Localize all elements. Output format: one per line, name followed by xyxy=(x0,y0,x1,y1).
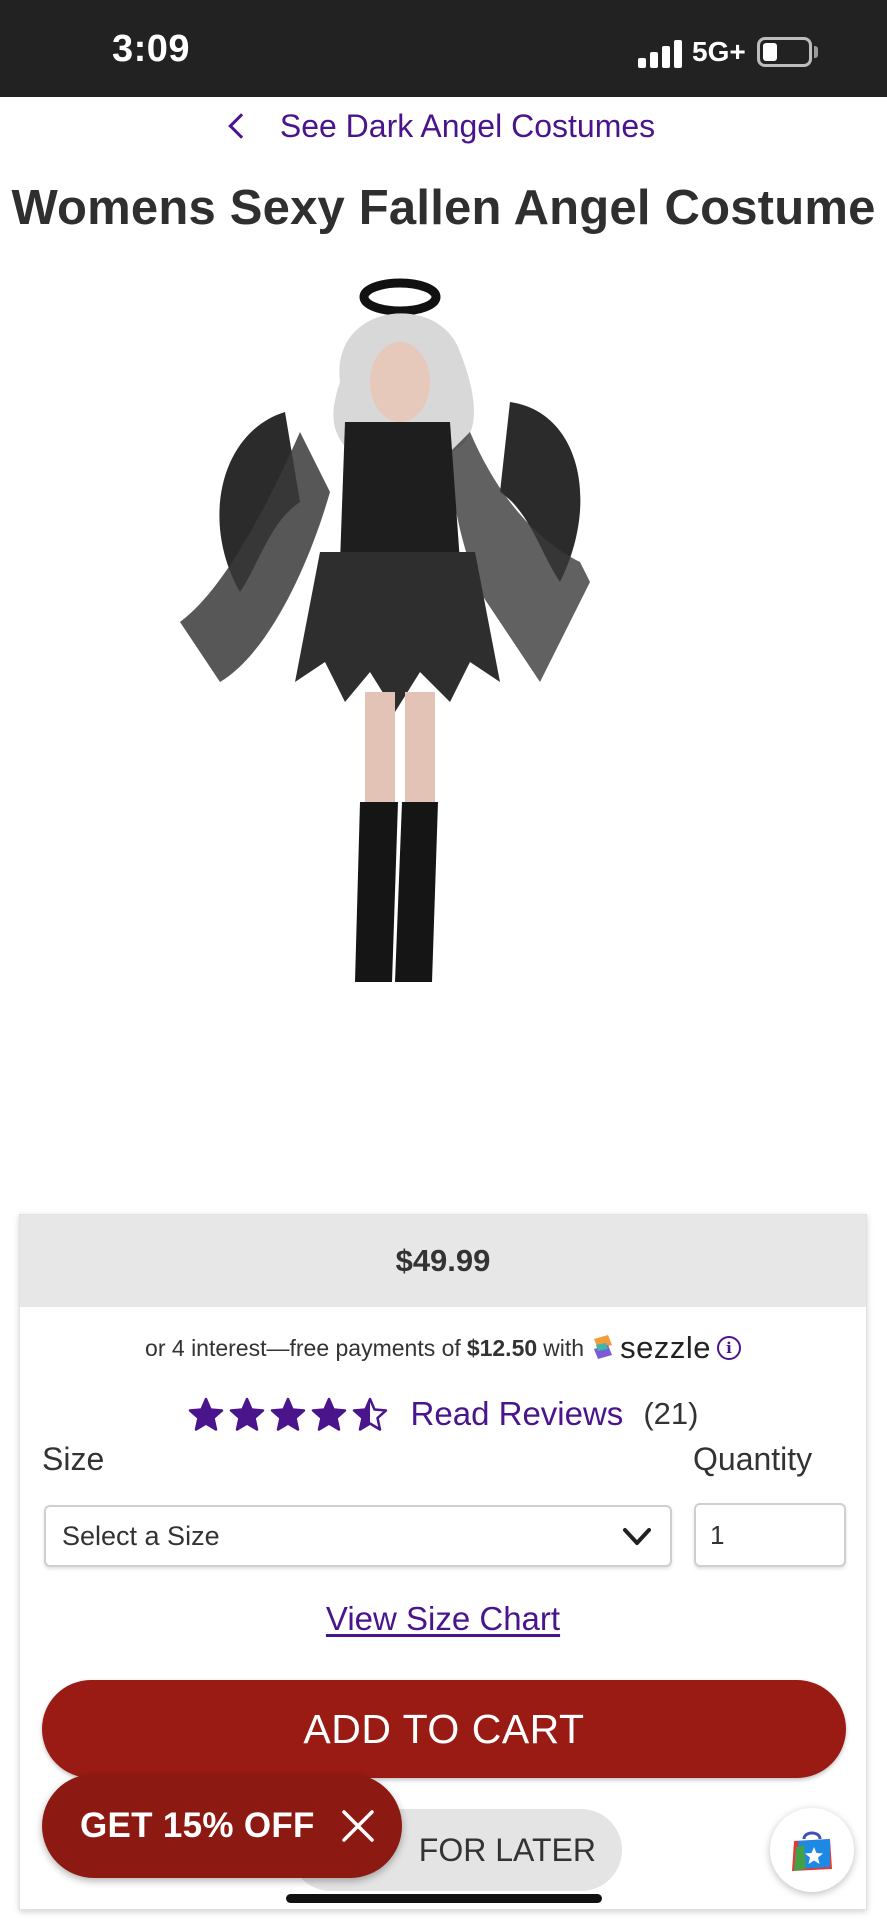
product-image[interactable] xyxy=(180,262,700,1177)
review-count: (21) xyxy=(643,1396,699,1431)
product-title: Womens Sexy Fallen Angel Costume xyxy=(11,181,876,235)
battery-icon xyxy=(757,37,812,67)
add-to-cart-label: ADD TO CART xyxy=(303,1705,585,1752)
sezzle-mark-icon xyxy=(594,1335,613,1359)
battery-tip xyxy=(814,46,818,58)
size-select-value: Select a Size xyxy=(62,1520,220,1551)
size-label: Size xyxy=(42,1441,105,1477)
star-icon xyxy=(188,1397,223,1431)
status-bar: 3:09 5G+ xyxy=(0,0,887,97)
read-reviews-link[interactable]: Read Reviews xyxy=(411,1395,624,1433)
product-price: $49.99 xyxy=(395,1243,491,1278)
sezzle-amount: $12.50 xyxy=(466,1334,538,1361)
star-rating xyxy=(188,1397,393,1431)
shopping-bag-icon xyxy=(792,1831,832,1871)
sezzle-with: with xyxy=(543,1334,585,1361)
star-icon xyxy=(229,1397,264,1431)
quantity-label: Quantity xyxy=(693,1441,813,1477)
sezzle-logo: sezzle xyxy=(590,1330,711,1366)
add-to-cart-button[interactable]: ADD TO CART xyxy=(42,1680,846,1778)
sezzle-prefix: or 4 interest—free payments of xyxy=(145,1334,461,1361)
sezzle-brand: sezzle xyxy=(620,1330,711,1365)
star-icon xyxy=(352,1397,387,1431)
quantity-input[interactable]: 1 xyxy=(694,1503,846,1567)
info-icon[interactable]: i xyxy=(716,1336,741,1360)
promo-label: GET 15% OFF xyxy=(80,1806,315,1845)
star-icon xyxy=(311,1397,346,1431)
signal-icon xyxy=(638,38,684,68)
save-for-later-label: FOR LATER xyxy=(418,1831,596,1868)
status-time: 3:09 xyxy=(112,28,191,70)
network-label: 5G+ xyxy=(692,36,746,67)
view-size-chart-link[interactable]: View Size Chart xyxy=(20,1600,866,1638)
chevron-left-icon xyxy=(228,113,254,139)
size-select[interactable]: Select a Size xyxy=(44,1505,672,1567)
back-link-label: See Dark Angel Costumes xyxy=(279,107,656,144)
price-band: $49.99 xyxy=(20,1215,866,1307)
home-indicator xyxy=(286,1894,602,1903)
shop-app-button[interactable] xyxy=(770,1808,854,1892)
discount-promo-button[interactable]: GET 15% OFF xyxy=(42,1774,402,1878)
chevron-down-icon xyxy=(623,1528,651,1545)
rating-row: Read Reviews (21) xyxy=(20,1389,866,1439)
back-to-category-link[interactable]: See Dark Angel Costumes xyxy=(0,103,887,149)
star-icon xyxy=(270,1397,305,1431)
quantity-value: 1 xyxy=(710,1519,725,1550)
sezzle-installments: or 4 interest—free payments of $12.50 wi… xyxy=(20,1325,866,1371)
close-icon[interactable] xyxy=(338,1806,378,1846)
